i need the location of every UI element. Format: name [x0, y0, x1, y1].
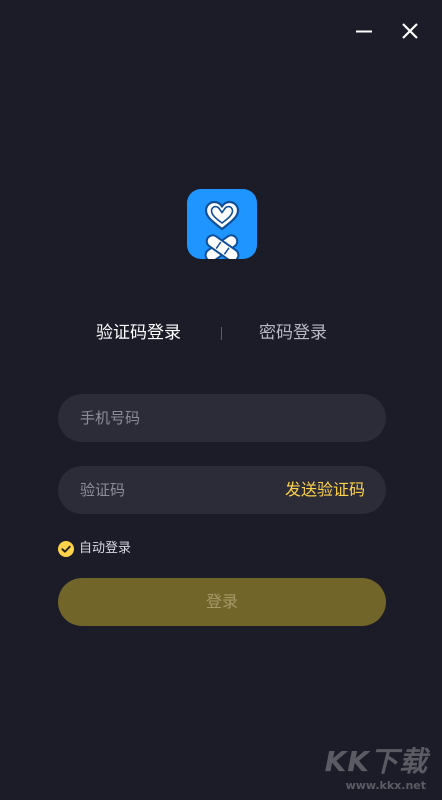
app-logo [187, 189, 257, 259]
verification-code-field: 发送验证码 [58, 466, 386, 514]
phone-input[interactable] [80, 394, 370, 442]
login-window: 验证码登录 密码登录 发送验证码 自动登录 登录 KK下载 www.kkx.ne… [0, 0, 442, 800]
checkmark-circle-icon [58, 541, 74, 557]
close-icon [402, 23, 418, 39]
tab-password-login[interactable]: 密码登录 [259, 320, 327, 346]
verification-code-input[interactable] [80, 466, 250, 514]
tab-divider [221, 327, 222, 340]
watermark: KK下载 www.kkx.net [308, 740, 428, 792]
phone-field [58, 394, 386, 442]
tab-sms-login[interactable]: 验证码登录 [96, 320, 181, 346]
close-button[interactable] [397, 18, 423, 44]
watermark-logo: KK下载 [324, 745, 428, 778]
minimize-icon [356, 30, 372, 33]
auto-login-label: 自动登录 [79, 541, 132, 556]
heart-bandage-icon [204, 200, 240, 259]
login-mode-tabs: 验证码登录 密码登录 [0, 320, 442, 346]
minimize-button[interactable] [351, 18, 377, 44]
watermark-url: www.kkx.net [345, 779, 426, 792]
send-code-button[interactable]: 发送验证码 [285, 466, 365, 514]
login-button[interactable]: 登录 [58, 578, 386, 626]
